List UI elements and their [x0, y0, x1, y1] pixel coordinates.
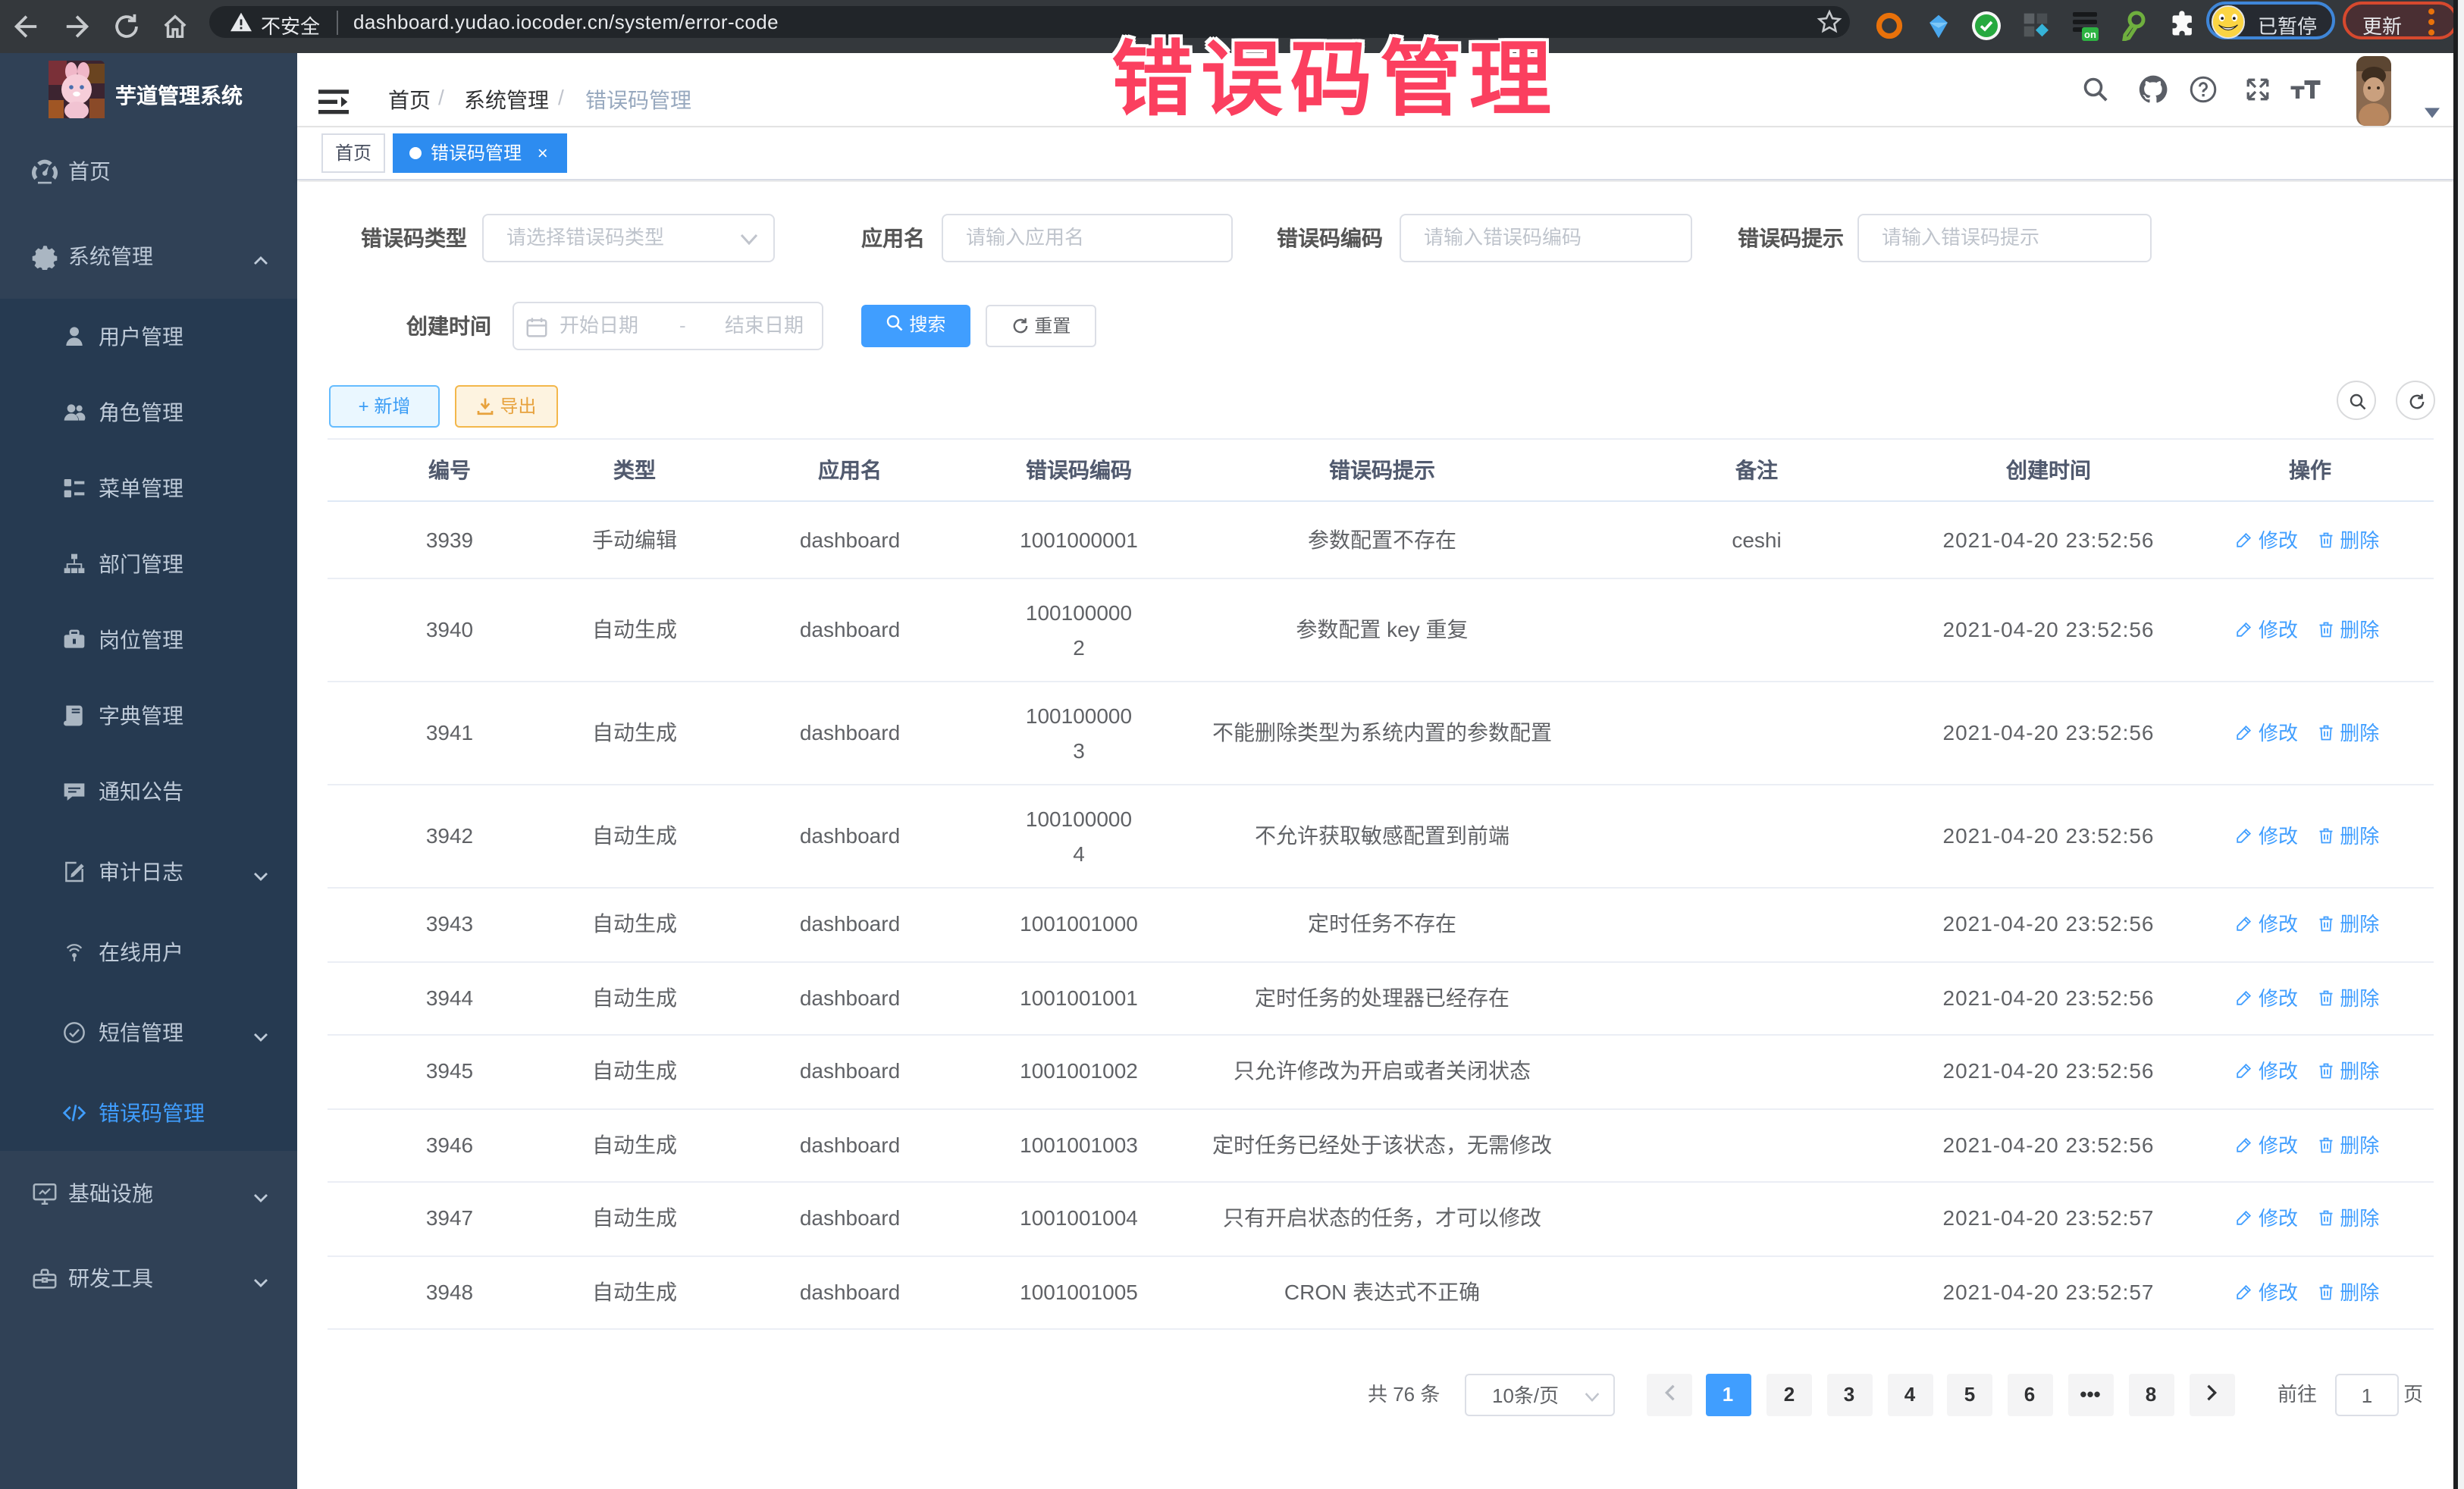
svg-text:on: on: [2084, 29, 2096, 40]
